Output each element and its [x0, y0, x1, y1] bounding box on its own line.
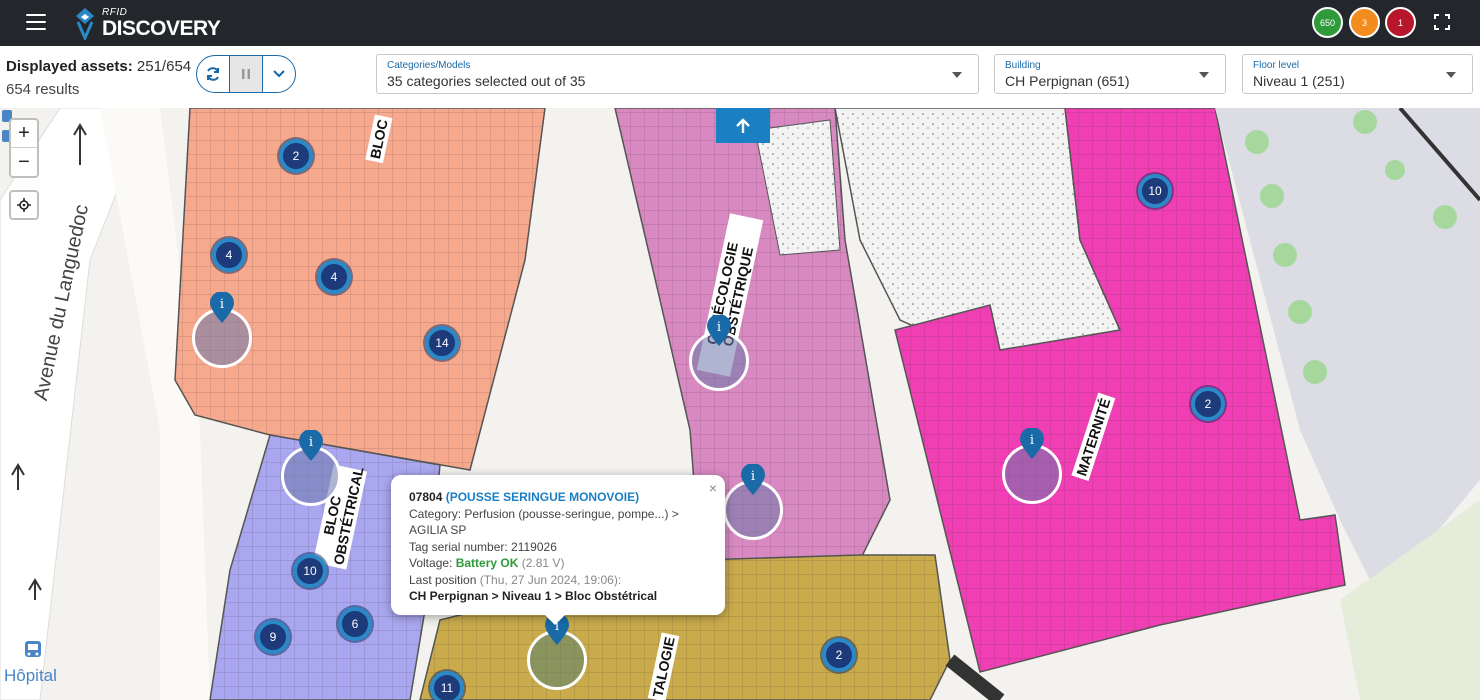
categories-select-value: 35 categories selected out of 35	[387, 73, 586, 89]
displayed-assets: Displayed assets: 251/654	[6, 58, 191, 75]
last-position-time: (Thu, 27 Jun 2024, 19:06):	[479, 572, 622, 587]
asset-cluster[interactable]: 4	[212, 238, 246, 272]
building-caret-icon	[1199, 72, 1209, 78]
asset-cluster[interactable]: 2	[822, 638, 856, 672]
info-pin-icon: i	[1020, 428, 1044, 459]
floor-caret-icon	[1446, 72, 1456, 78]
svg-text:i: i	[1030, 433, 1034, 448]
displayed-assets-value: 251/654	[136, 58, 192, 75]
menu-icon[interactable]	[26, 14, 46, 30]
asset-info-popup: × 07804 (POUSSE SERINGUE MONOVOIE) Categ…	[391, 475, 725, 615]
battery-status: Battery OK	[455, 556, 519, 570]
zoom-out-button[interactable]: −	[11, 148, 37, 176]
svg-text:i: i	[717, 320, 721, 335]
asset-voltage: Voltage: Battery OK (2.81 V)	[409, 555, 707, 572]
hospital-poi-label: Hôpital	[4, 666, 57, 685]
filter-toolbar: Displayed assets: 251/654 654 results Ca…	[0, 46, 1480, 108]
asset-cluster[interactable]: 11	[430, 671, 464, 700]
logo-small-text: RFID	[102, 6, 128, 18]
floor-select-value: Niveau 1 (251)	[1253, 73, 1345, 89]
refresh-button-group	[196, 55, 296, 93]
app-logo: RFID DISCOVERY	[74, 5, 221, 41]
asset-cluster[interactable]: 14	[425, 326, 459, 360]
asset-cluster[interactable]: 2	[1191, 387, 1225, 421]
asset-cluster[interactable]: 4	[317, 260, 351, 294]
asset-cluster[interactable]: 2	[279, 139, 313, 173]
building-select[interactable]: Building CH Perpignan (651)	[994, 54, 1226, 94]
asset-cluster[interactable]: 10	[1138, 174, 1172, 208]
svg-text:i: i	[220, 297, 224, 312]
categories-select-label: Categories/Models	[387, 60, 471, 71]
logo-title: DISCOVERY	[102, 16, 221, 40]
popup-tip	[543, 613, 567, 625]
asset-cluster[interactable]: 9	[256, 620, 290, 654]
arrow-up-icon	[736, 117, 750, 133]
asset-cluster[interactable]: 6	[338, 607, 372, 641]
floor-select-label: Floor level	[1253, 60, 1300, 71]
displayed-assets-label: Displayed assets:	[6, 58, 133, 75]
building-select-label: Building	[1005, 60, 1041, 71]
pause-icon	[242, 69, 250, 79]
status-error-badge[interactable]: 1	[1385, 7, 1416, 38]
chevron-down-icon	[273, 70, 285, 78]
asset-id: 07804	[409, 490, 443, 504]
asset-cluster[interactable]: 10	[293, 554, 327, 588]
status-warning-badge[interactable]: 3	[1349, 7, 1380, 38]
refresh-button[interactable]	[197, 56, 229, 92]
status-ok-badge[interactable]: 650	[1312, 7, 1343, 38]
asset-tag-serial: Tag serial number: 2119026	[409, 539, 557, 554]
last-position-label: Last position	[409, 572, 477, 587]
asset-category: Category: Perfusion (pousse-seringue, po…	[409, 506, 679, 521]
fullscreen-icon[interactable]	[1434, 14, 1450, 30]
categories-caret-icon	[952, 72, 962, 78]
asset-location-path: CH Perpignan > Niveau 1 > Bloc Obstétric…	[409, 589, 658, 603]
info-pin-icon: i	[741, 464, 765, 495]
refresh-icon	[207, 67, 219, 81]
floor-plan-drawing	[0, 108, 1480, 700]
svg-text:i: i	[309, 435, 313, 450]
locate-button[interactable]	[9, 190, 39, 220]
floor-map[interactable]: Avenue du Languedoc BLOC GYNÉCOLOGIE OBS…	[0, 108, 1480, 700]
svg-text:i: i	[751, 469, 755, 484]
info-pin-icon: i	[299, 430, 323, 461]
info-pin-icon: i	[707, 315, 731, 346]
floor-select[interactable]: Floor level Niveau 1 (251)	[1242, 54, 1473, 94]
refresh-options-button[interactable]	[263, 56, 295, 92]
popup-close-button[interactable]: ×	[709, 480, 717, 497]
zoom-control: + −	[9, 118, 39, 178]
scroll-up-button[interactable]	[716, 108, 770, 143]
results-count: 654 results	[6, 81, 80, 98]
voltage-label: Voltage:	[409, 556, 453, 570]
categories-select[interactable]: Categories/Models 35 categories selected…	[376, 54, 979, 94]
asset-name-link[interactable]: (POUSSE SERINGUE MONOVOIE)	[446, 490, 639, 504]
asset-last-position: Last position (Thu, 27 Jun 2024, 19:06):	[409, 572, 707, 589]
crosshair-icon	[17, 198, 31, 212]
logo-icon	[76, 8, 94, 40]
top-bar: RFID DISCOVERY 650 3 1	[0, 0, 1480, 46]
asset-model: AGILIA SP	[409, 523, 467, 537]
bus-stop-icon	[25, 641, 41, 657]
building-select-value: CH Perpignan (651)	[1005, 73, 1130, 89]
pause-button[interactable]	[229, 56, 263, 92]
voltage-value: (2.81 V)	[521, 556, 565, 570]
info-pin-icon: i	[210, 292, 234, 323]
popup-title: 07804 (POUSSE SERINGUE MONOVOIE)	[409, 489, 707, 506]
zoom-in-button[interactable]: +	[11, 120, 37, 148]
